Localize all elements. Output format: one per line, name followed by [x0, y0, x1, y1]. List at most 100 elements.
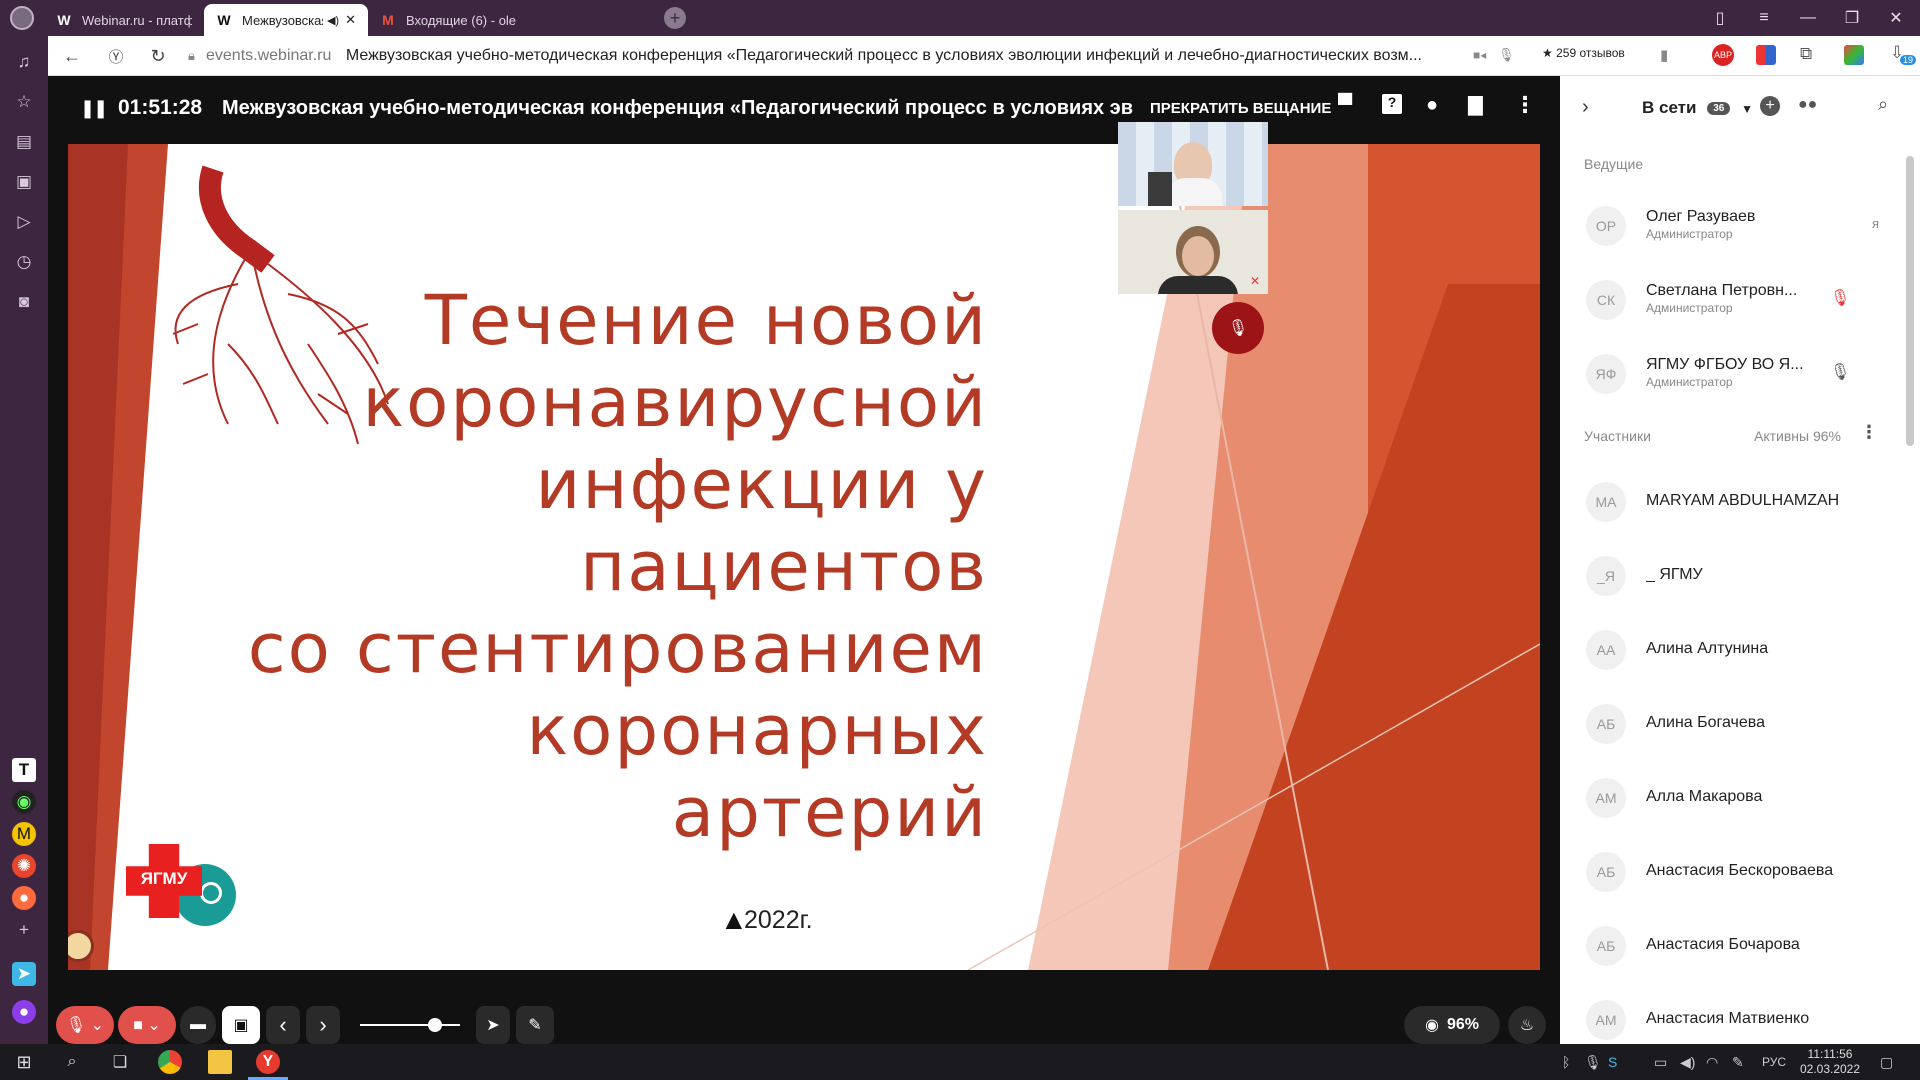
mic-permission-icon[interactable]: 🎙︎: [1498, 47, 1515, 63]
screen-share-button[interactable]: ▬: [180, 1006, 216, 1044]
reviews-link[interactable]: ★ 259 отзывов: [1542, 46, 1625, 60]
users-icon[interactable]: ●●: [1798, 96, 1817, 114]
volume-slider-handle[interactable]: [428, 1018, 442, 1032]
tab-inbox[interactable]: M Входящие (6) - oleg.razuv: [368, 4, 528, 36]
extension-grid-icon[interactable]: [1756, 45, 1776, 65]
host-item[interactable]: ОР Олег Разуваев Администратор я: [1586, 202, 1906, 250]
participant-item[interactable]: АБ Алина Богачева: [1586, 700, 1906, 748]
speaker-icon[interactable]: ◀): [327, 14, 339, 27]
video-tile-presenter-1[interactable]: [1118, 122, 1268, 206]
participant-item[interactable]: АБ Анастасия Бескороваева: [1586, 848, 1906, 896]
bookmark-manager-icon[interactable]: ▯: [1698, 0, 1742, 36]
tab-conference[interactable]: W Межвузовская учеб ◀) ✕: [204, 4, 368, 36]
downloads-icon[interactable]: ⇩ 19: [1890, 43, 1917, 65]
reload-button[interactable]: ↻: [146, 44, 170, 68]
language-indicator[interactable]: РУС: [1762, 1055, 1786, 1069]
attention-indicator[interactable]: ◉ 96%: [1404, 1006, 1500, 1044]
collapse-panel-icon[interactable]: ›: [1582, 96, 1589, 119]
app-t-icon[interactable]: T: [12, 758, 36, 782]
folder-icon[interactable]: [208, 1050, 232, 1074]
participant-item[interactable]: АА Алина Алтунина: [1586, 626, 1906, 674]
collections-icon[interactable]: ▤: [12, 130, 36, 154]
menu-icon[interactable]: ≡: [1742, 0, 1786, 36]
volume-icon[interactable]: ◀): [1680, 1054, 1695, 1071]
participant-item[interactable]: _Я _ ЯГМУ: [1586, 552, 1906, 600]
app-games-icon[interactable]: ✺: [12, 854, 36, 878]
video-tile-presenter-2[interactable]: ✕: [1118, 210, 1268, 294]
prev-slide-button[interactable]: ‹: [266, 1006, 300, 1044]
pointer-tool-button[interactable]: ➤: [476, 1006, 510, 1044]
volume-slider[interactable]: [360, 1024, 460, 1026]
extension-tools-icon[interactable]: [1844, 45, 1864, 65]
search-icon[interactable]: ⌕: [1878, 94, 1888, 115]
app-music-icon[interactable]: ◉: [12, 790, 36, 814]
participant-item[interactable]: MA MARYAM ABDULHAMZAH: [1586, 478, 1906, 526]
mute-all-button[interactable]: 🎙︎: [1212, 302, 1264, 354]
host-item[interactable]: ЯФ ЯГМУ ФГБОУ ВО Я... Администратор 🎙︎: [1586, 350, 1906, 398]
network-icon[interactable]: ▭: [1654, 1054, 1667, 1071]
reactions-button[interactable]: ♨: [1508, 1006, 1546, 1044]
close-icon[interactable]: ✕: [345, 12, 356, 28]
online-filter-dropdown[interactable]: В сети 36 ▼: [1642, 98, 1753, 118]
history-icon[interactable]: ◷: [12, 250, 36, 274]
participant-item[interactable]: АМ Анастасия Матвиенко: [1586, 996, 1906, 1044]
more-icon[interactable]: ⋮: [1514, 92, 1536, 118]
play-icon[interactable]: ▷: [12, 210, 36, 234]
mic-icon[interactable]: 🎙︎: [1830, 362, 1850, 382]
questions-icon[interactable]: ?: [1382, 94, 1402, 114]
host-item[interactable]: СК Светлана Петровн... Администратор 🎙︎: [1586, 276, 1906, 324]
next-slide-button[interactable]: ›: [306, 1006, 340, 1044]
slide-title-line: Течение новой: [424, 281, 988, 361]
bell-icon[interactable]: ♫: [12, 50, 36, 74]
camera-permission-icon[interactable]: ■◂: [1473, 48, 1486, 62]
yandex-browser-icon[interactable]: Y: [256, 1050, 280, 1074]
browser-logo-icon[interactable]: [10, 6, 34, 30]
search-icon[interactable]: ⌕: [60, 1050, 84, 1074]
window-close-button[interactable]: ✕: [1874, 0, 1918, 36]
extension-puzzle-icon[interactable]: ⧉: [1800, 44, 1812, 64]
restore-button[interactable]: ❐: [1830, 0, 1874, 36]
participant-name: Алина Богачева: [1646, 714, 1766, 731]
camera-icon[interactable]: ◙: [12, 290, 36, 314]
mic-tray-icon[interactable]: 🎙︎: [1584, 1054, 1602, 1071]
add-app-icon[interactable]: +: [12, 918, 36, 942]
participant-item[interactable]: АМ Алла Макарова: [1586, 774, 1906, 822]
app-food-icon[interactable]: ●: [12, 886, 36, 910]
chat-icon[interactable]: ▀: [1338, 94, 1352, 117]
mic-toggle-button[interactable]: 🎙︎ ⌄: [56, 1006, 114, 1044]
windows-start-icon[interactable]: ⊞: [12, 1050, 36, 1074]
bookmark-icon[interactable]: ▮: [1660, 46, 1668, 64]
back-button[interactable]: ←: [60, 44, 84, 68]
participants-more-icon[interactable]: ⋮: [1860, 422, 1878, 443]
url-input[interactable]: events.webinar.ru Межвузовская учебно-ме…: [206, 47, 1486, 67]
mic-muted-icon[interactable]: 🎙︎: [1830, 288, 1850, 308]
stop-broadcast-button[interactable]: ПРЕКРАТИТЬ ВЕЩАНИЕ: [1150, 100, 1331, 117]
add-icon[interactable]: +: [1760, 96, 1780, 116]
draw-tool-button[interactable]: ✎: [516, 1006, 554, 1044]
tab-webinar-platform[interactable]: W Webinar.ru - платформа д: [44, 4, 204, 36]
yandex-icon[interactable]: Ⓨ: [104, 44, 128, 68]
file-icon[interactable]: ▇: [1468, 94, 1483, 117]
app-alice-icon[interactable]: ●: [12, 1000, 36, 1024]
app-messenger-icon[interactable]: ➤: [12, 962, 36, 986]
task-view-icon[interactable]: ❏: [108, 1050, 132, 1074]
new-tab-button[interactable]: +: [664, 7, 686, 29]
panel-scrollbar[interactable]: [1906, 156, 1914, 446]
pen-icon[interactable]: ✎: [1732, 1054, 1744, 1071]
pause-icon[interactable]: ❚❚: [80, 98, 108, 119]
wifi-icon[interactable]: ◠: [1706, 1054, 1718, 1071]
skype-icon[interactable]: S: [1608, 1054, 1617, 1070]
zen-icon[interactable]: ▣: [12, 170, 36, 194]
camera-toggle-button[interactable]: ■ ⌄: [118, 1006, 176, 1044]
star-icon[interactable]: ☆: [12, 90, 36, 114]
presentation-button[interactable]: ▣: [222, 1006, 260, 1044]
extension-abp-icon[interactable]: ABP: [1712, 44, 1734, 66]
user-icon[interactable]: ●: [1426, 94, 1438, 117]
bluetooth-icon[interactable]: ᛒ: [1562, 1054, 1570, 1070]
app-market-icon[interactable]: M: [12, 822, 36, 846]
minimize-button[interactable]: —: [1786, 0, 1830, 36]
chrome-icon[interactable]: [158, 1050, 182, 1074]
clock[interactable]: 11:11:56 02.03.2022: [1798, 1047, 1862, 1077]
participant-item[interactable]: АБ Анастасия Бочарова: [1586, 922, 1906, 970]
notifications-icon[interactable]: ▢: [1880, 1054, 1893, 1071]
